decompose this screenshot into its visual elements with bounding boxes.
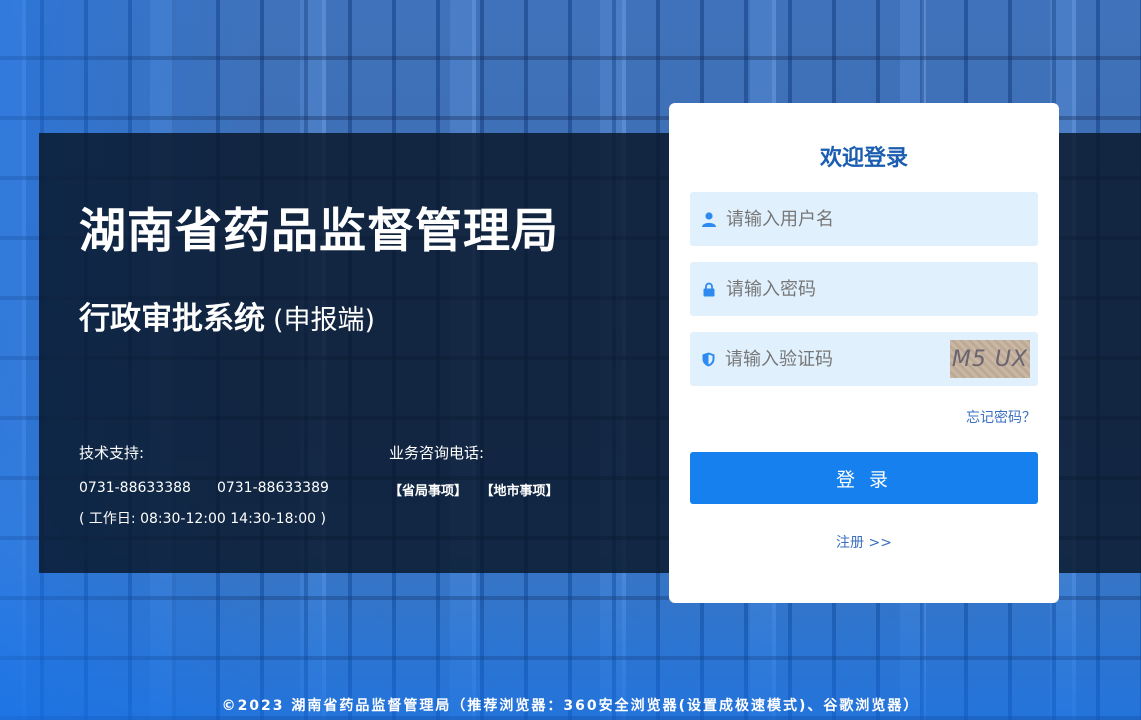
- password-field: [690, 262, 1038, 316]
- shield-icon: [702, 351, 715, 367]
- system-name: 行政审批系统 (申报端): [79, 293, 375, 338]
- password-input[interactable]: [726, 278, 1038, 300]
- page-title: 湖南省药品监督管理局: [79, 204, 559, 259]
- login-button[interactable]: 登 录: [690, 452, 1038, 504]
- user-icon: [702, 211, 716, 227]
- system-name-text: 行政审批系统: [79, 301, 265, 337]
- consult-label: 业务咨询电话:: [389, 444, 485, 462]
- support-phones: 0731-88633388 0731-88633389: [79, 480, 329, 496]
- username-input[interactable]: [726, 208, 1038, 230]
- support-phone-2: 0731-88633389: [216, 480, 329, 496]
- consult-links: 【省局事项】 【地市事项】: [389, 480, 559, 499]
- login-title: 欢迎登录: [819, 146, 908, 171]
- captcha-input[interactable]: [725, 348, 950, 370]
- support-label: 技术支持:: [79, 444, 145, 462]
- captcha-field: M5 UX: [690, 332, 1038, 386]
- footer-copyright: ©2023 湖南省药品监督管理局（推荐浏览器：360安全浏览器(设置成极速模式)…: [221, 698, 920, 714]
- captcha-image[interactable]: M5 UX: [950, 340, 1030, 378]
- forgot-password-link[interactable]: 忘记密码？: [690, 407, 1036, 427]
- provincial-matters-link[interactable]: 【省局事项】: [389, 484, 467, 499]
- lock-icon: [702, 281, 716, 297]
- username-field: [690, 192, 1038, 246]
- system-name-note: (申报端): [273, 305, 376, 336]
- city-matters-link[interactable]: 【地市事项】: [487, 484, 559, 499]
- register-link[interactable]: 注册 >>: [669, 532, 1059, 552]
- support-phone-1: 0731-88633388: [79, 480, 191, 496]
- working-hours: ( 工作日: 08:30-12:00 14:30-18:00 ): [79, 511, 326, 527]
